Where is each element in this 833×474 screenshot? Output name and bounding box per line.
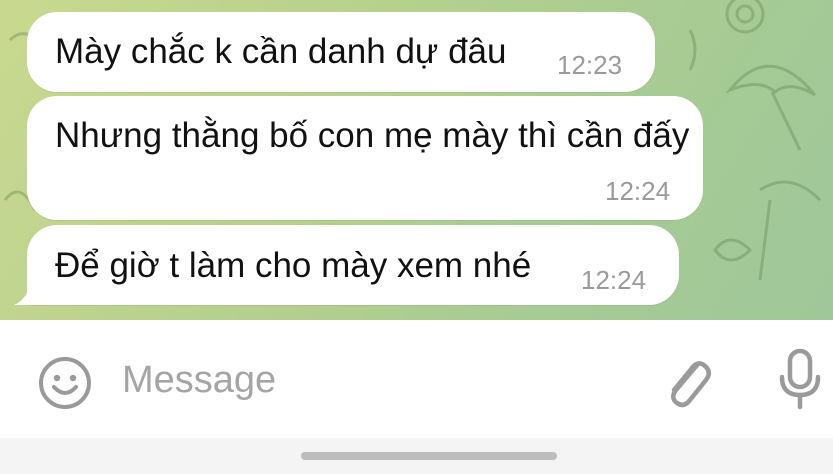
- message-text: Mày chắc k cần danh dự đâu: [55, 32, 507, 71]
- message-time: 12:24: [581, 265, 647, 295]
- message-bubble[interactable]: Để giờ t làm cho mày xem nhé 12:24: [27, 225, 679, 305]
- message-time: 12:24: [605, 176, 671, 206]
- message-input[interactable]: Message: [122, 358, 276, 402]
- message-bubble[interactable]: Mày chắc k cần danh dự đâu 12:23: [27, 12, 655, 92]
- message-text: Để giờ t làm cho mày xem nhé: [55, 246, 532, 285]
- microphone-icon[interactable]: [775, 347, 825, 413]
- message-time: 12:23: [557, 50, 623, 80]
- emoji-smile-icon[interactable]: [37, 355, 93, 411]
- home-indicator[interactable]: [301, 452, 557, 460]
- paperclip-icon[interactable]: [662, 350, 714, 412]
- bubble-tail: [14, 279, 40, 305]
- message-bubble[interactable]: Nhưng thằng bố con mẹ mày thì cần đấy 12…: [27, 96, 703, 220]
- message-text: Nhưng thằng bố con mẹ mày thì cần đấy: [55, 116, 690, 155]
